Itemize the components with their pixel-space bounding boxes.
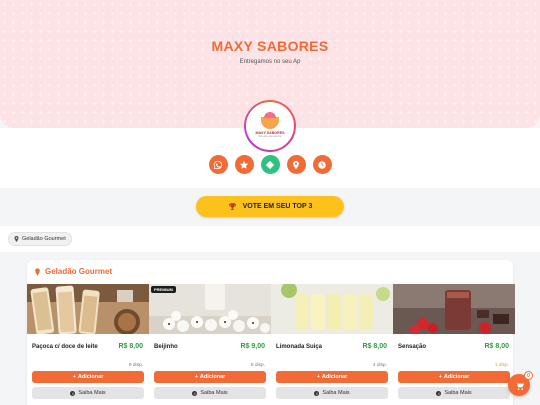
product-card[interactable]: PREMIUM Beijinho R$ 9,00 5 disp. + Adici… (149, 284, 271, 405)
product-price: R$ 8,00 (484, 343, 509, 350)
store-logo: MAXY SABORES Sorvetes de Lavinha (244, 100, 296, 152)
more-label: Saiba Mais (78, 390, 106, 396)
product-price: R$ 8,00 (118, 343, 143, 350)
product-card[interactable]: Limonada Suiça R$ 8,00 4 disp. + Adicion… (271, 284, 393, 405)
product-stock: 5 disp. (250, 363, 265, 368)
section-title-text: Geladão Gourmet (45, 267, 113, 276)
add-to-cart-button[interactable]: + Adicionar (398, 371, 510, 383)
cart-count-badge: 0 (524, 371, 533, 380)
more-label: Saiba Mais (444, 390, 472, 396)
add-to-cart-button[interactable]: + Adicionar (32, 371, 144, 383)
category-chip[interactable]: Geladão Gourmet (8, 232, 72, 246)
more-label: Saiba Mais (322, 390, 350, 396)
whatsapp-button[interactable] (208, 155, 228, 174)
diamond-icon (265, 160, 275, 169)
whatsapp-icon (213, 160, 223, 169)
vote-label: VOTE EM SEU TOP 3 (242, 203, 313, 210)
learn-more-button[interactable]: i Saiba Mais (32, 387, 144, 399)
product-price: R$ 8,00 (362, 343, 387, 350)
ice-cream-bowl-icon (261, 111, 279, 129)
category-chip-label: Geladão Gourmet (22, 236, 66, 242)
product-image (393, 284, 515, 334)
filter-bar (0, 226, 540, 252)
plus-icon: + (438, 374, 442, 380)
plus-icon: + (194, 374, 198, 380)
store-title: MAXY SABORES (211, 38, 329, 54)
add-label: Adicionar (199, 374, 226, 380)
pix-button[interactable] (260, 155, 280, 174)
product-name: Sensação (398, 344, 427, 350)
plus-icon: + (72, 374, 76, 380)
learn-more-button[interactable]: i Saiba Mais (398, 387, 510, 399)
info-icon: i (436, 390, 442, 396)
product-stock: 1 disp. (494, 363, 509, 368)
hours-button[interactable] (312, 155, 332, 174)
social-links (0, 155, 540, 174)
product-stock: 8 disp. (128, 363, 143, 368)
learn-more-button[interactable]: i Saiba Mais (154, 387, 266, 399)
plus-icon: + (316, 374, 320, 380)
product-image (271, 284, 393, 334)
premium-badge: PREMIUM (151, 286, 176, 293)
add-label: Adicionar (321, 374, 348, 380)
info-icon: i (192, 390, 198, 396)
info-icon: i (314, 390, 320, 396)
add-label: Adicionar (77, 374, 104, 380)
trophy-icon (228, 203, 236, 210)
product-name: Beijinho (154, 344, 178, 350)
add-to-cart-button[interactable]: + Adicionar (154, 371, 266, 383)
section-title: Geladão Gourmet (34, 267, 112, 276)
product-name: Paçoca c/ doce de leite (32, 344, 98, 350)
add-to-cart-button[interactable]: + Adicionar (276, 371, 388, 383)
location-icon (293, 160, 299, 169)
store-subtitle: Entregamos no seu Ap (239, 59, 301, 65)
product-stock: 4 disp. (372, 363, 387, 368)
pin-icon (14, 236, 19, 242)
clock-icon (318, 160, 326, 169)
product-price: R$ 9,00 (240, 343, 265, 350)
vote-top3-button[interactable]: VOTE EM SEU TOP 3 (196, 196, 344, 217)
product-name: Limonada Suiça (276, 344, 323, 350)
product-image (27, 284, 149, 334)
cart-icon (514, 381, 524, 390)
product-card[interactable]: Paçoca c/ doce de leite R$ 8,00 8 disp. … (27, 284, 149, 405)
more-label: Saiba Mais (200, 390, 228, 396)
info-icon: i (70, 390, 76, 396)
learn-more-button[interactable]: i Saiba Mais (276, 387, 388, 399)
location-button[interactable] (286, 155, 306, 174)
logo-tagline: Sorvetes de Lavinha (258, 134, 282, 138)
product-card[interactable]: Sensação R$ 8,00 1 disp. + Adicionar i S… (393, 284, 515, 405)
star-icon (239, 160, 249, 169)
add-label: Adicionar (443, 374, 470, 380)
reviews-button[interactable] (234, 155, 254, 174)
category-section: Geladão Gourmet Paçoca c/ doce de leite … (27, 260, 515, 405)
product-image: PREMIUM (149, 284, 271, 334)
ice-cream-icon (35, 267, 40, 276)
